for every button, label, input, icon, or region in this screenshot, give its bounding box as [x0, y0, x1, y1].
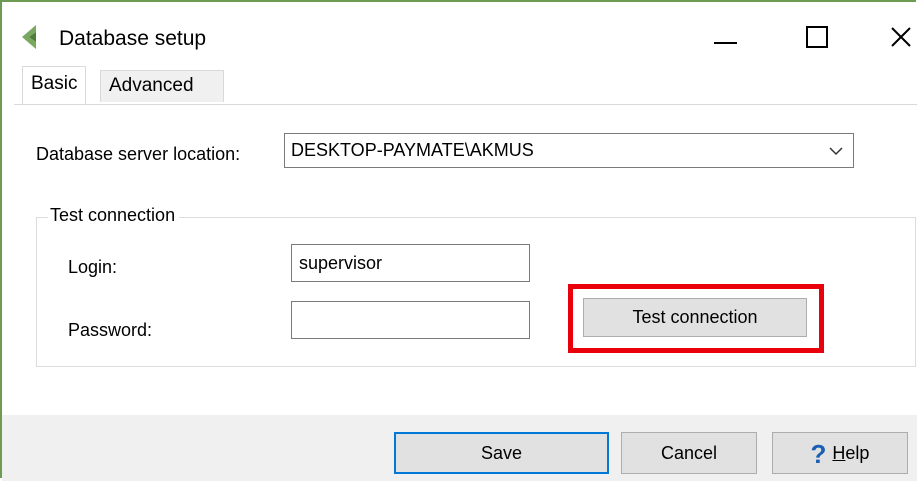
chevron-down-icon [829, 147, 843, 156]
login-input[interactable]: supervisor [291, 244, 530, 282]
server-location-label: Database server location: [36, 144, 241, 164]
maximize-button[interactable] [798, 20, 838, 54]
title-bar[interactable]: Database setup [2, 2, 917, 66]
login-label: Login: [68, 257, 118, 277]
tab-advanced[interactable]: Advanced [100, 70, 224, 102]
help-button[interactable]: ? Help [772, 432, 908, 474]
save-button[interactable]: Save [394, 432, 609, 474]
test-connection-group-title: Test connection [48, 205, 180, 226]
server-location-value: DESKTOP-PAYMATE\AKMUS [291, 140, 534, 160]
help-icon: ? [810, 439, 827, 470]
minimize-icon [714, 42, 737, 44]
password-input[interactable] [291, 301, 530, 339]
window-title: Database setup [59, 27, 207, 50]
app-icon [22, 25, 36, 49]
maximize-icon [806, 26, 828, 48]
footer-bar: Save Cancel ? Help [2, 415, 917, 481]
password-label: Password: [68, 320, 153, 340]
tab-basic[interactable]: Basic [22, 66, 87, 104]
server-location-combobox[interactable]: DESKTOP-PAYMATE\AKMUS [284, 133, 854, 168]
minimize-button[interactable] [705, 20, 745, 54]
close-icon [891, 27, 911, 47]
close-button[interactable] [884, 20, 917, 54]
database-setup-window: Database setup Advanced Basic Database s… [0, 0, 917, 481]
cancel-button[interactable]: Cancel [621, 432, 757, 474]
help-button-label: elp [845, 443, 870, 463]
highlight-box [568, 284, 824, 353]
tab-strip: Advanced Basic [14, 66, 917, 105]
help-button-label-mnemonic: H [832, 443, 846, 463]
